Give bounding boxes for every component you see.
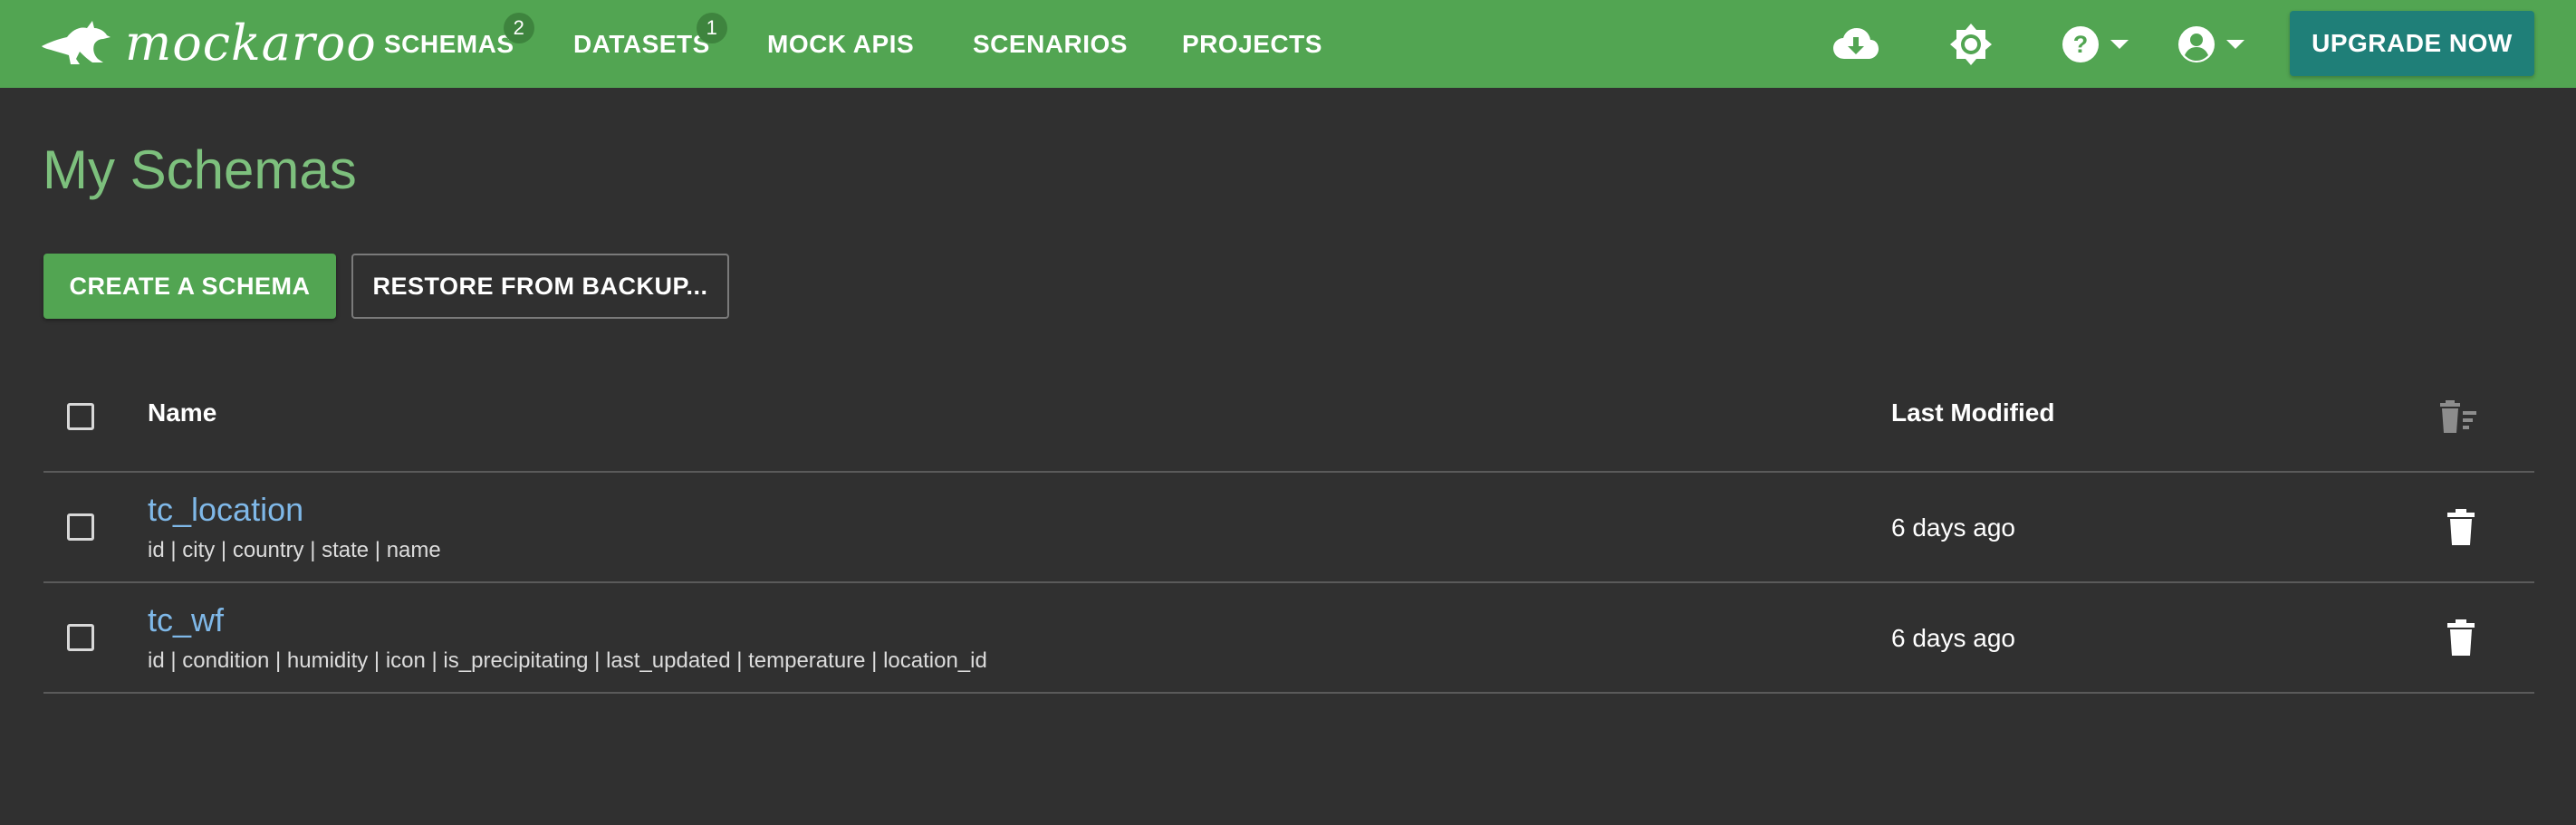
schema-fields: id | condition | humidity | icon | is_pr… <box>148 648 987 673</box>
brightness-icon <box>1950 24 1992 65</box>
nav-projects[interactable]: PROJECTS <box>1182 0 1322 88</box>
delete-schema-button[interactable] <box>2446 619 2476 660</box>
schemas-count-badge: 2 <box>504 13 534 43</box>
chevron-down-icon <box>2226 40 2244 49</box>
cloud-download-icon <box>1833 28 1879 59</box>
nav-mock-apis[interactable]: MOCK APIS <box>767 0 914 88</box>
svg-text:?: ? <box>2073 31 2089 58</box>
row-divider <box>43 581 2534 583</box>
logo-wordmark: mockaroo <box>125 14 377 72</box>
chevron-down-icon <box>2110 40 2129 49</box>
kangaroo-icon <box>42 21 111 64</box>
delete-schema-button[interactable] <box>2446 509 2476 550</box>
nav-datasets-label: DATASETS <box>573 29 710 58</box>
restore-backup-button[interactable]: RESTORE FROM BACKUP... <box>351 254 729 319</box>
trash-icon <box>2447 509 2475 545</box>
row-checkbox[interactable] <box>67 513 94 541</box>
nav-scenarios[interactable]: SCENARIOS <box>973 0 1128 88</box>
cloud-download-button[interactable] <box>1831 20 1880 69</box>
bulk-delete-button[interactable] <box>2440 398 2482 439</box>
page-title: My Schemas <box>43 139 357 200</box>
schema-name-link[interactable]: tc_wf <box>148 604 224 637</box>
account-menu-button[interactable] <box>2177 20 2244 69</box>
theme-toggle-button[interactable] <box>1949 20 1993 69</box>
nav-datasets[interactable]: DATASETS 1 <box>573 0 727 88</box>
upgrade-now-button[interactable]: UPGRADE NOW <box>2290 11 2534 76</box>
help-menu-button[interactable]: ? <box>2062 20 2129 69</box>
last-modified-value: 6 days ago <box>1891 624 2015 652</box>
nav-schemas[interactable]: SCHEMAS 2 <box>384 0 534 88</box>
help-icon: ? <box>2062 26 2099 62</box>
header-divider <box>43 471 2534 473</box>
delete-sweep-icon <box>2440 400 2476 433</box>
datasets-count-badge: 1 <box>697 13 727 43</box>
column-header-name[interactable]: Name <box>148 398 216 427</box>
schema-name-link[interactable]: tc_location <box>148 494 303 526</box>
select-all-checkbox[interactable] <box>67 403 94 430</box>
row-divider <box>43 692 2534 694</box>
create-schema-button[interactable]: CREATE A SCHEMA <box>43 254 336 319</box>
mockaroo-logo[interactable]: mockaroo <box>40 16 377 71</box>
account-icon <box>2178 26 2215 62</box>
schema-fields: id | city | country | state | name <box>148 538 441 562</box>
nav-schemas-label: SCHEMAS <box>384 29 514 58</box>
nav-scenarios-label: SCENARIOS <box>973 29 1128 58</box>
top-navigation-bar: mockaroo SCHEMAS 2 DATASETS 1 MOCK APIS … <box>0 0 2576 88</box>
nav-mock-apis-label: MOCK APIS <box>767 29 915 58</box>
column-header-last-modified[interactable]: Last Modified <box>1891 398 2054 427</box>
nav-projects-label: PROJECTS <box>1182 29 1322 58</box>
trash-icon <box>2447 619 2475 656</box>
row-checkbox[interactable] <box>67 624 94 651</box>
last-modified-value: 6 days ago <box>1891 513 2015 542</box>
